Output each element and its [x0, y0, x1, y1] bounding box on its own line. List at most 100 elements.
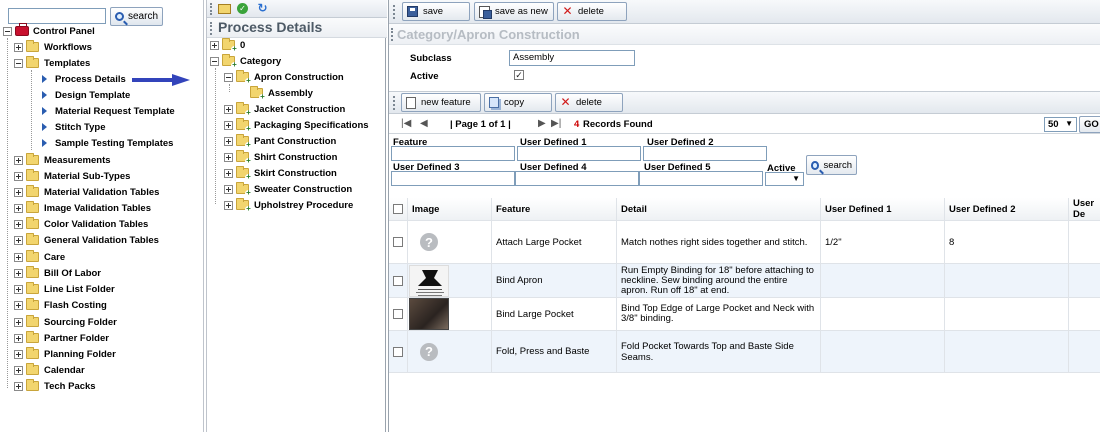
col-ud2-header[interactable]: User Defined 2: [945, 198, 1069, 221]
expand-icon[interactable]: [224, 120, 233, 130]
process-tree-item-shirt-construction[interactable]: Shirt Construction: [224, 150, 337, 165]
row-ud3-cell[interactable]: [1069, 298, 1100, 331]
collapse-icon[interactable]: [224, 72, 233, 82]
collapse-icon[interactable]: [3, 26, 12, 36]
expand-icon[interactable]: [14, 381, 23, 391]
expand-icon[interactable]: [224, 136, 233, 146]
row-detail-cell[interactable]: Bind Top Edge of Large Pocket and Neck w…: [617, 298, 821, 331]
toolbar-grip[interactable]: [393, 5, 395, 19]
row-image-cell[interactable]: [408, 298, 492, 331]
process-tree-item-packaging-specifications[interactable]: Packaging Specifications: [224, 118, 369, 133]
expand-icon[interactable]: [14, 317, 23, 327]
expand-icon[interactable]: [14, 187, 23, 197]
nav-item-sample-testing-templates[interactable]: Sample Testing Templates: [42, 136, 173, 150]
filter-ud1-input[interactable]: [517, 146, 641, 161]
nav-item-sourcing-folder[interactable]: Sourcing Folder: [14, 315, 117, 329]
check-icon[interactable]: ✓: [237, 3, 248, 14]
process-tree-item-assembly[interactable]: Assembly: [250, 86, 313, 101]
collapse-icon[interactable]: [210, 56, 219, 66]
save-as-new-button[interactable]: save as new: [474, 2, 554, 21]
expand-icon[interactable]: [14, 349, 23, 359]
expand-icon[interactable]: [14, 252, 23, 262]
row-image-cell[interactable]: ?: [408, 221, 492, 264]
nav-item-process-details[interactable]: Process Details: [42, 72, 126, 86]
filter-ud3-input[interactable]: [391, 171, 515, 186]
row-ud1-cell[interactable]: [821, 331, 945, 373]
nav-item-line-list-folder[interactable]: Line List Folder: [14, 282, 115, 296]
new-feature-button[interactable]: new feature: [401, 93, 481, 112]
subclass-field[interactable]: Assembly: [509, 50, 635, 66]
expand-icon[interactable]: [14, 284, 23, 294]
expand-icon[interactable]: [14, 333, 23, 343]
row-ud2-cell[interactable]: [945, 264, 1069, 298]
nav-item-bill-of-labor[interactable]: Bill Of Labor: [14, 266, 101, 280]
process-tree-item-skirt-construction[interactable]: Skirt Construction: [224, 166, 337, 181]
row-feature-cell[interactable]: Fold, Press and Baste: [492, 331, 617, 373]
row-detail-cell[interactable]: Run Empty Binding for 18" before attachi…: [617, 264, 821, 298]
folder-image-icon[interactable]: [218, 4, 231, 14]
expand-icon[interactable]: [210, 40, 219, 50]
process-tree-item-jacket-construction[interactable]: Jacket Construction: [224, 102, 345, 117]
nav-item-partner-folder[interactable]: Partner Folder: [14, 331, 109, 345]
expand-icon[interactable]: [224, 104, 233, 114]
first-page-icon[interactable]: |◀: [401, 118, 411, 129]
prev-page-icon[interactable]: ◀: [420, 118, 428, 129]
row-ud3-cell[interactable]: [1069, 264, 1100, 298]
process-tree-item-sweater-construction[interactable]: Sweater Construction: [224, 182, 352, 197]
nav-item-planning-folder[interactable]: Planning Folder: [14, 347, 116, 361]
tree-root-control-panel[interactable]: Control Panel: [3, 23, 95, 38]
nav-item-stitch-type[interactable]: Stitch Type: [42, 120, 106, 134]
expand-icon[interactable]: [224, 168, 233, 178]
filter-search-button[interactable]: search: [806, 155, 857, 175]
nav-item-tech-packs[interactable]: Tech Packs: [14, 379, 96, 393]
expand-icon[interactable]: [14, 268, 23, 278]
nav-item-calendar[interactable]: Calendar: [14, 363, 85, 377]
nav-item-image-validation-tables[interactable]: Image Validation Tables: [14, 201, 151, 215]
filter-ud4-input[interactable]: [515, 171, 639, 186]
row-ud3-cell[interactable]: [1069, 331, 1100, 373]
nav-search-input[interactable]: [8, 8, 106, 24]
collapse-icon[interactable]: [14, 58, 23, 68]
row-feature-cell[interactable]: Attach Large Pocket: [492, 221, 617, 264]
filter-ud5-input[interactable]: [639, 171, 763, 186]
row-image-cell[interactable]: ?: [408, 331, 492, 373]
col-feature-header[interactable]: Feature: [492, 198, 617, 221]
row-ud2-cell[interactable]: [945, 331, 1069, 373]
nav-item-care[interactable]: Care: [14, 250, 65, 264]
refresh-icon[interactable]: ↻: [257, 2, 268, 14]
col-ud1-header[interactable]: User Defined 1: [821, 198, 945, 221]
page-size-select[interactable]: 50 ▼: [1044, 117, 1077, 132]
row-checkbox[interactable]: [393, 346, 403, 357]
delete-feature-button[interactable]: ✕ delete: [555, 93, 623, 112]
row-checkbox[interactable]: [393, 275, 403, 286]
row-ud3-cell[interactable]: [1069, 221, 1100, 264]
expand-icon[interactable]: [14, 300, 23, 310]
col-detail-header[interactable]: Detail: [617, 198, 821, 221]
delete-button[interactable]: ✕ delete: [557, 2, 627, 21]
nav-item-workflows[interactable]: Workflows: [14, 40, 92, 54]
nav-item-general-validation-tables[interactable]: General Validation Tables: [14, 233, 159, 247]
nav-item-templates[interactable]: Templates: [14, 56, 90, 70]
row-checkbox[interactable]: [393, 309, 403, 319]
toolbar-grip[interactable]: [210, 3, 212, 15]
nav-item-material-sub-types[interactable]: Material Sub-Types: [14, 169, 130, 183]
row-checkbox[interactable]: [393, 237, 403, 247]
col-image-header[interactable]: Image: [408, 198, 492, 221]
nav-item-flash-costing[interactable]: Flash Costing: [14, 298, 107, 312]
process-tree-item-0[interactable]: 0: [210, 38, 245, 53]
nav-item-material-validation-tables[interactable]: Material Validation Tables: [14, 185, 159, 199]
row-detail-cell[interactable]: Match nothes right sides together and st…: [617, 221, 821, 264]
last-page-icon[interactable]: ▶|: [551, 118, 561, 129]
nav-search-button[interactable]: search: [110, 7, 164, 26]
active-checkbox[interactable]: ✓: [514, 70, 524, 80]
row-feature-cell[interactable]: Bind Apron: [492, 264, 617, 298]
process-tree-item-category[interactable]: Category: [210, 54, 281, 69]
nav-item-measurements[interactable]: Measurements: [14, 153, 111, 167]
col-ud3-header[interactable]: User De: [1069, 198, 1100, 221]
row-ud2-cell[interactable]: 8: [945, 221, 1069, 264]
row-feature-cell[interactable]: Bind Large Pocket: [492, 298, 617, 331]
nav-item-design-template[interactable]: Design Template: [42, 88, 130, 102]
row-ud2-cell[interactable]: [945, 298, 1069, 331]
process-tree-item-pant-construction[interactable]: Pant Construction: [224, 134, 336, 149]
expand-icon[interactable]: [14, 171, 23, 181]
